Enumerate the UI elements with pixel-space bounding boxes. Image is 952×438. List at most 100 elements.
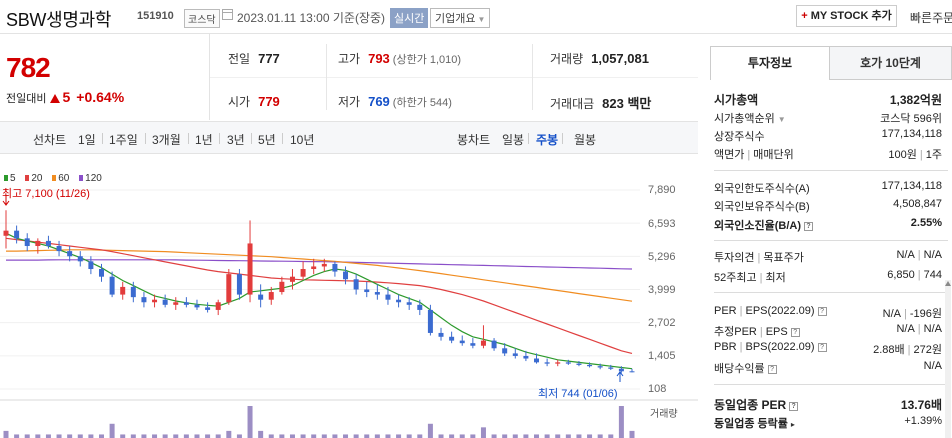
est-eps-label: EPS — [765, 326, 788, 338]
help-icon[interactable]: ? — [817, 343, 827, 352]
help-icon[interactable]: ? — [817, 307, 827, 316]
candle-body — [396, 299, 402, 303]
info-tabs: 투자정보 호가 10단계 — [710, 46, 952, 80]
volume-bar — [162, 434, 168, 438]
low-arrow — [616, 371, 624, 382]
volume-bar — [555, 434, 561, 438]
w52-low-value: 744 — [923, 269, 942, 281]
w52-high-value: 6,850 — [887, 269, 915, 281]
volume-bar — [438, 434, 444, 438]
period-3y[interactable]: 3년 — [227, 131, 245, 148]
period-1w[interactable]: 1주일 — [109, 131, 138, 148]
dividend-label: 배당수익률 — [714, 363, 765, 375]
line-chart-label: 선차트 — [33, 133, 67, 147]
dividend-value: N/A — [923, 360, 942, 372]
candle-body — [268, 292, 274, 300]
trade-unit-label: 매매단위 — [753, 149, 794, 161]
quick-order-link[interactable]: 빠른주문 — [910, 9, 952, 26]
volume-bar — [332, 434, 338, 438]
est-per-value: N/A — [896, 323, 915, 335]
realtime-button[interactable]: 실시간 — [390, 8, 429, 28]
volume-bar — [45, 434, 51, 438]
volume-bar — [470, 434, 476, 438]
candle-body — [449, 336, 455, 341]
legend-ma5: 5 — [4, 173, 16, 184]
opinion-label: 투자의견 — [714, 252, 755, 264]
section-divider — [714, 384, 948, 385]
low-label: 저가 — [338, 95, 361, 109]
foreign-hold-value: 4,508,847 — [893, 198, 942, 210]
help-icon[interactable]: ? — [790, 328, 800, 337]
volume-bar — [608, 434, 614, 438]
volume-axis-label: 거래량 — [650, 409, 678, 420]
tab-investment-info[interactable]: 투자정보 — [710, 46, 830, 80]
low-annotation: 최저 744 (01/06) — [538, 388, 618, 400]
market-cap-row: 시가총액 1,382억원 — [714, 90, 948, 108]
period-10y[interactable]: 10년 — [290, 131, 314, 148]
volume-bar — [247, 406, 253, 438]
y-tick: 108 — [648, 383, 667, 395]
add-mystock-label: MY STOCK 추가 — [810, 10, 892, 22]
candle-body — [205, 307, 211, 310]
calendar-icon — [222, 9, 233, 20]
y-tick: 2,702 — [648, 317, 676, 329]
period-5y[interactable]: 5년 — [258, 131, 276, 148]
candle-body — [279, 281, 285, 293]
caret-right-icon[interactable]: ▸ — [791, 420, 795, 429]
help-icon[interactable]: ? — [767, 365, 777, 374]
high-price: 고가 793 (상한가 1,010) — [338, 50, 461, 67]
volume-bar — [109, 423, 115, 438]
foreign-limit-label: 외국인한도주식수(A) — [714, 183, 810, 195]
add-mystock-button[interactable]: + MY STOCK 추가 — [796, 5, 897, 27]
scrollbar[interactable] — [944, 280, 952, 438]
help-icon[interactable]: ? — [789, 402, 799, 411]
volume-bar — [88, 434, 94, 438]
period-1d[interactable]: 1일 — [78, 131, 96, 148]
candle-body — [502, 348, 508, 354]
foreign-limit-row: 외국인한도주식수(A) 177,134,118 — [714, 179, 948, 197]
help-icon[interactable]: ? — [804, 222, 813, 231]
volume-bar — [321, 434, 327, 438]
volume-bar — [141, 434, 147, 438]
volume-bar — [374, 434, 380, 438]
foreign-hold-row: 외국인보유주식수(B) 4,508,847 — [714, 197, 948, 215]
candle-body — [438, 332, 444, 337]
divider — [188, 133, 189, 144]
candle-body — [67, 251, 73, 257]
lower-limit: (하한가 544) — [392, 97, 452, 109]
volume-bar — [226, 430, 232, 438]
volume-bar — [289, 434, 295, 438]
stock-name[interactable]: SBW생명과학 — [6, 6, 111, 32]
candle-monthly[interactable]: 월봉 — [574, 131, 596, 148]
candle-weekly[interactable]: 주봉 — [536, 131, 558, 148]
volume-bar — [597, 434, 603, 438]
weekly-candle-chart[interactable]: 5 20 60 120 최고 7,100 (11/26) 최저 744 (01/… — [0, 160, 698, 438]
volume-bar — [480, 427, 486, 438]
candle-body — [152, 299, 158, 303]
period-1y[interactable]: 1년 — [195, 131, 213, 148]
target-label: 목표주가 — [763, 252, 804, 264]
eps-value: -196원 — [909, 308, 942, 320]
candle-body — [480, 340, 486, 346]
volume-bar — [587, 434, 593, 438]
trade-unit-value: 1주 — [925, 149, 942, 161]
company-info-dropdown[interactable]: 기업개요 ▼ — [430, 8, 491, 28]
candle-body — [183, 302, 189, 305]
candle-body — [141, 297, 147, 303]
candle-daily[interactable]: 일봉 — [502, 131, 524, 148]
chevron-down-icon[interactable]: ▼ — [778, 115, 786, 124]
period-3m[interactable]: 3개월 — [152, 131, 181, 148]
y-tick: 6,593 — [648, 218, 676, 230]
company-info-label: 기업개요 — [435, 13, 476, 25]
listed-shares-value: 177,134,118 — [881, 128, 942, 140]
candle-body — [3, 230, 9, 236]
volume-bar — [120, 434, 126, 438]
tab-orderbook-10[interactable]: 호가 10단계 — [829, 46, 952, 80]
volume-bar — [544, 434, 550, 438]
high-label: 고가 — [338, 52, 361, 66]
volume-value: 1,057,081 — [591, 51, 649, 66]
volume-bar — [523, 434, 529, 438]
candle-body — [491, 340, 497, 349]
volume-bar — [236, 434, 242, 438]
candle-body — [98, 269, 104, 277]
